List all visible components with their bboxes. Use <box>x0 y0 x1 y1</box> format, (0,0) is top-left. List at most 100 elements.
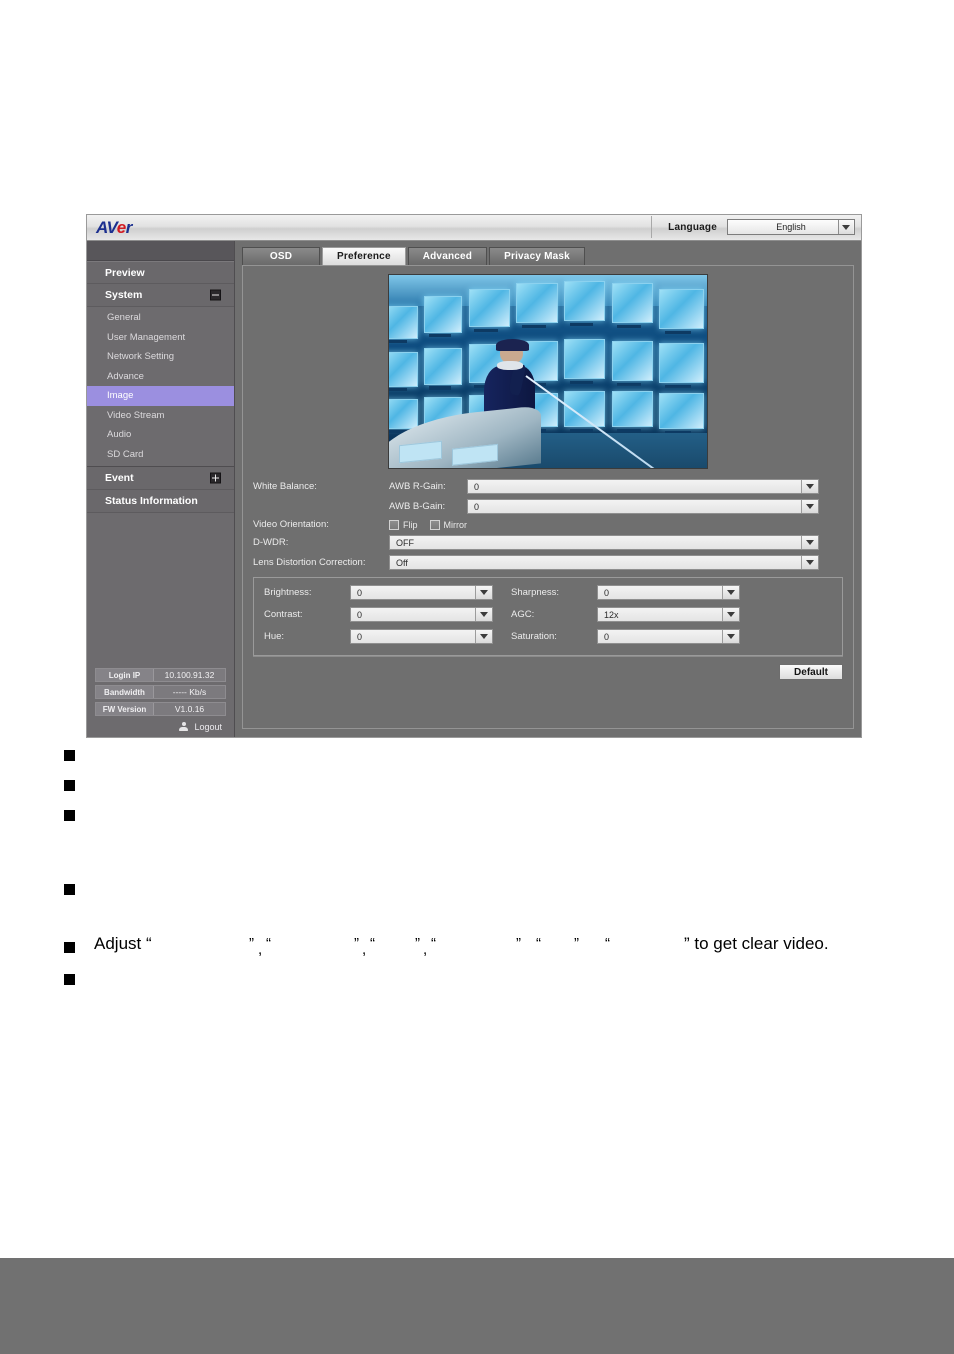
chevron-down-icon <box>475 608 492 621</box>
document-bullet-list: Adjust “ ” , “ ” , “ ” , “ ” “ ” “ ” to … <box>0 744 954 998</box>
logo-text-e: e <box>116 218 126 237</box>
awb-r-gain-select[interactable]: 0 <box>467 479 819 494</box>
user-icon <box>179 721 189 732</box>
chevron-down-icon <box>801 500 818 513</box>
quote-open-2: “ <box>266 935 271 952</box>
camera-web-ui-window: AVer Language English Preview System Gen… <box>86 214 862 738</box>
chevron-down-icon <box>475 630 492 643</box>
status-key-bandwidth: Bandwidth <box>96 686 154 698</box>
hue-value: 0 <box>357 631 363 642</box>
chevron-down-icon <box>838 220 853 234</box>
panel-footer: Default <box>253 656 843 688</box>
awb-r-gain-label: AWB R-Gain: <box>389 481 446 492</box>
sidebar-item-video-stream-label: Video Stream <box>107 409 165 421</box>
hue-select[interactable]: 0 <box>350 629 493 644</box>
row-video-orientation: Video Orientation: Flip Mirror <box>253 519 843 530</box>
sidebar-item-general[interactable]: General <box>87 308 234 328</box>
quote-close-1: ” <box>249 935 254 952</box>
dwdr-value: OFF <box>396 537 414 548</box>
quote-close-3: ” <box>415 935 420 952</box>
sidebar-item-audio[interactable]: Audio <box>87 425 234 445</box>
dwdr-select[interactable]: OFF <box>389 535 819 550</box>
tab-osd-label: OSD <box>269 251 293 262</box>
sidebar-item-sd-card[interactable]: SD Card <box>87 445 234 465</box>
chevron-down-icon <box>722 586 739 599</box>
sidebar-item-preview[interactable]: Preview <box>87 261 234 284</box>
status-row-login-ip: Login IP 10.100.91.32 <box>95 668 226 682</box>
sidebar-item-audio-label: Audio <box>107 429 132 441</box>
tab-privacy-mask-label: Privacy Mask <box>504 251 570 262</box>
row-awb-b-gain: AWB B-Gain: 0 <box>253 499 843 514</box>
agc-select[interactable]: 12x <box>597 607 740 622</box>
chevron-down-icon <box>722 630 739 643</box>
language-select[interactable]: English <box>727 219 855 235</box>
contrast-select[interactable]: 0 <box>350 607 493 622</box>
sidebar-item-event-label: Event <box>105 472 134 484</box>
logout-row[interactable]: Logout <box>95 719 226 734</box>
sidebar-item-status-information-label: Status Information <box>105 495 198 507</box>
mirror-checkbox[interactable] <box>429 519 440 530</box>
awb-b-gain-label: AWB B-Gain: <box>389 501 446 512</box>
sidebar-item-user-management[interactable]: User Management <box>87 328 234 348</box>
language-selector-group: Language English <box>651 216 855 238</box>
video-preview[interactable] <box>388 274 708 469</box>
status-row-fw-version: FW Version V1.0.16 <box>95 702 226 716</box>
video-preview-wrap <box>251 274 845 469</box>
language-label: Language <box>668 221 717 233</box>
sidebar-item-event[interactable]: Event <box>87 467 234 490</box>
quote-close-5: ” <box>574 935 579 952</box>
row-lens-distortion-correction: Lens Distortion Correction: Off <box>253 555 843 570</box>
bullet-square-icon <box>64 884 75 895</box>
sidebar-item-system[interactable]: System <box>87 284 234 307</box>
agc-label: AGC: <box>511 609 535 620</box>
lens-distortion-correction-select[interactable]: Off <box>389 555 819 570</box>
sidebar-item-network-setting[interactable]: Network Setting <box>87 347 234 367</box>
collapse-minus-icon[interactable] <box>210 289 221 301</box>
quote-open-6: “ <box>605 935 610 952</box>
logo-text-av: AV <box>96 218 117 237</box>
system-subnav: General User Management Network Setting … <box>87 307 234 467</box>
brightness-select[interactable]: 0 <box>350 585 493 600</box>
image-settings-form: White Balance: AWB R-Gain: 0 AWB B-Gain:… <box>251 479 845 688</box>
sidebar-item-advance[interactable]: Advance <box>87 367 234 387</box>
awb-r-gain-value: 0 <box>474 481 480 492</box>
expand-plus-icon[interactable] <box>210 472 221 484</box>
sidebar-item-video-stream[interactable]: Video Stream <box>87 406 234 426</box>
sidebar-item-image-label: Image <box>107 390 134 402</box>
status-value-login-ip: 10.100.91.32 <box>164 670 215 680</box>
app-header: AVer Language English <box>87 215 861 241</box>
tab-privacy-mask[interactable]: Privacy Mask <box>489 247 585 265</box>
app-body: Preview System General User Management N… <box>87 241 861 737</box>
brightness-label: Brightness: <box>264 587 312 598</box>
flip-label: Flip <box>403 519 418 530</box>
tab-advanced[interactable]: Advanced <box>407 247 488 265</box>
bullet-line-2 <box>0 774 954 804</box>
sharpness-label: Sharpness: <box>511 587 560 598</box>
aver-logo: AVer <box>96 219 132 236</box>
default-button[interactable]: Default <box>779 664 843 680</box>
awb-b-gain-select[interactable]: 0 <box>467 499 819 514</box>
bullet-square-icon <box>64 750 75 761</box>
sidebar-item-image[interactable]: Image <box>87 386 234 406</box>
bullet-square-icon <box>64 780 75 791</box>
chevron-down-icon <box>475 586 492 599</box>
bullet-line-3 <box>0 804 954 878</box>
tab-osd[interactable]: OSD <box>242 247 320 265</box>
mirror-label: Mirror <box>443 519 468 530</box>
lens-distortion-correction-label: Lens Distortion Correction: <box>253 557 366 568</box>
saturation-select[interactable]: 0 <box>597 629 740 644</box>
sharpness-select[interactable]: 0 <box>597 585 740 600</box>
flip-checkbox[interactable] <box>389 519 399 530</box>
agc-value: 12x <box>604 609 619 620</box>
tab-preference[interactable]: Preference <box>322 247 406 265</box>
contrast-value: 0 <box>357 609 363 620</box>
tab-advanced-label: Advanced <box>422 251 473 262</box>
sidebar-item-status-information[interactable]: Status Information <box>87 490 234 513</box>
quote-open-4: “ <box>431 935 436 952</box>
dwdr-label: D-WDR: <box>253 537 289 548</box>
language-select-value: English <box>776 222 806 232</box>
contrast-label: Contrast: <box>264 609 303 620</box>
lens-distortion-correction-value: Off <box>396 557 408 568</box>
sidebar-item-network-setting-label: Network Setting <box>107 351 175 363</box>
bullet-square-icon <box>64 942 75 953</box>
